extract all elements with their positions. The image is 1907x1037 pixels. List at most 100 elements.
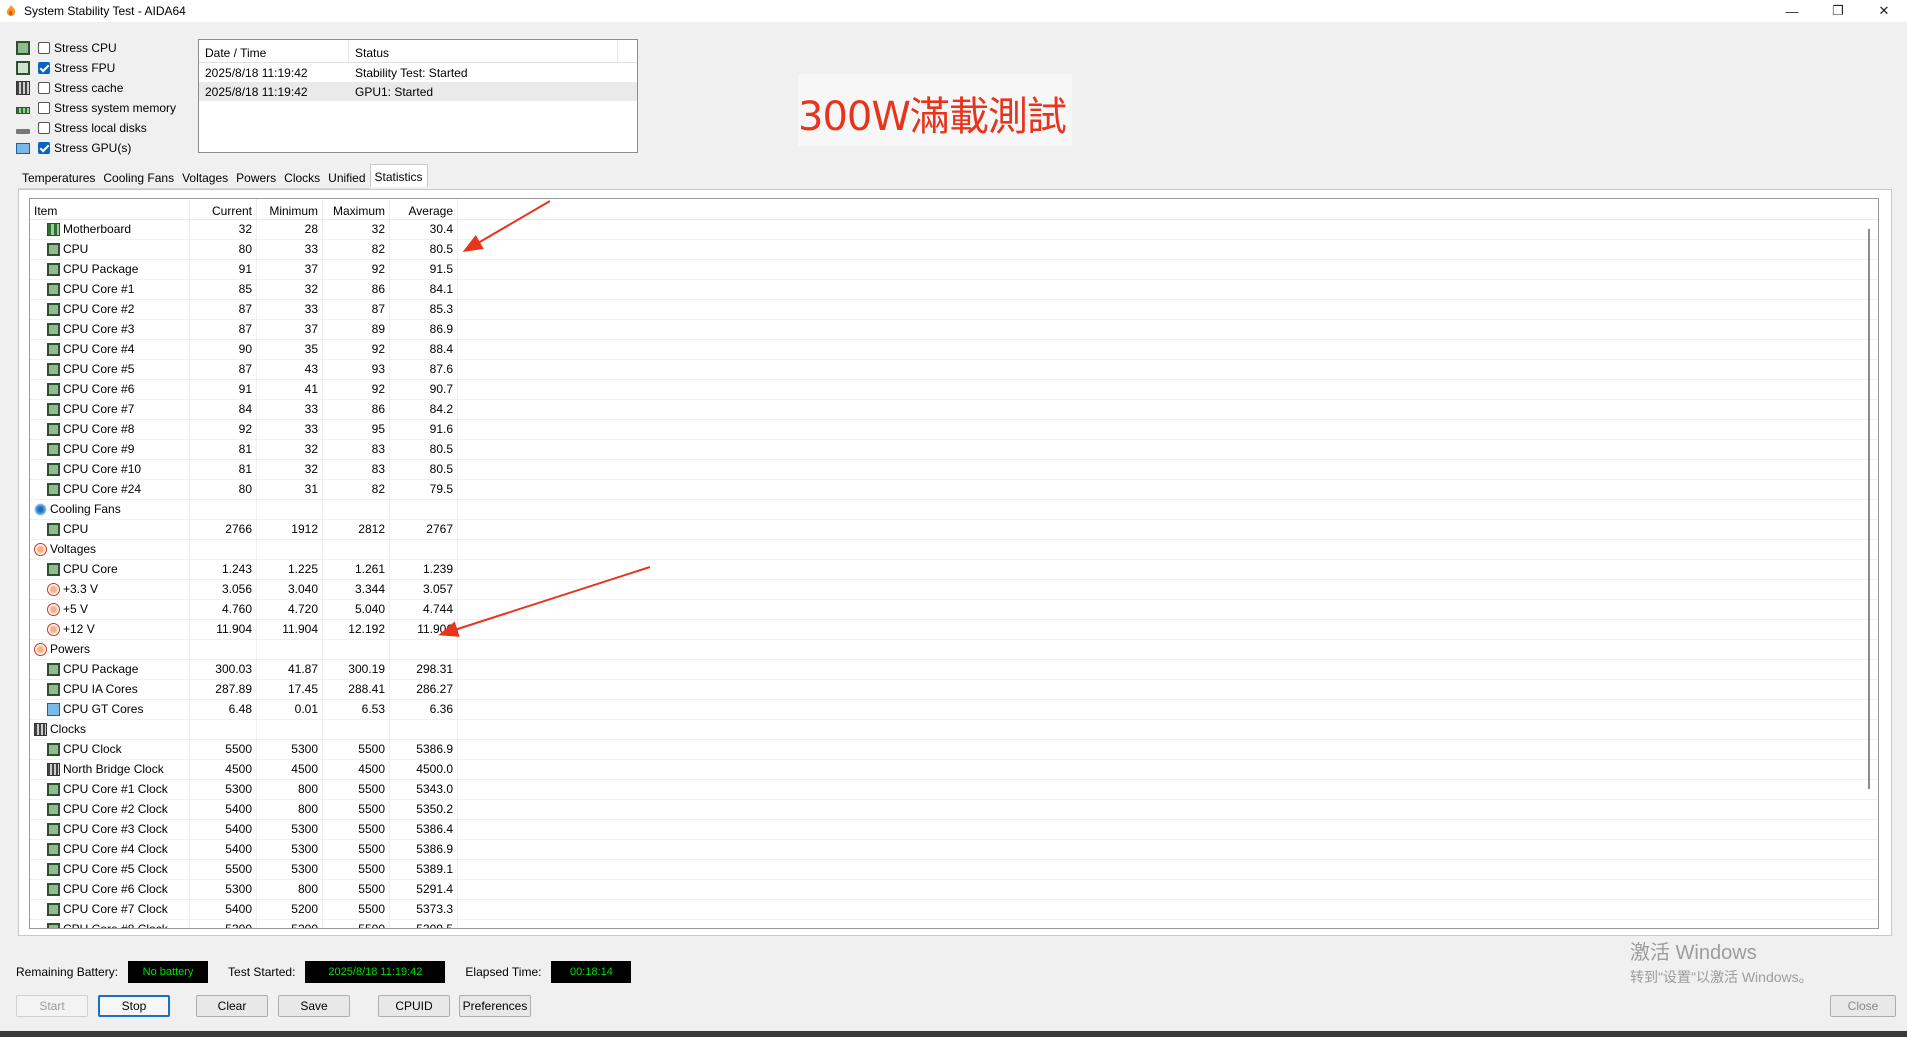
stress-fpu-option[interactable]: Stress FPU xyxy=(16,58,176,78)
tab-voltages[interactable]: Voltages xyxy=(178,167,233,189)
table-row[interactable]: Cooling Fans xyxy=(30,500,1878,520)
table-row[interactable]: North Bridge Clock 4500 4500 4500 4500.0 xyxy=(30,760,1878,780)
table-row[interactable]: CPU Core #5 Clock 5500 5300 5500 5389.1 xyxy=(30,860,1878,880)
tab-statistics[interactable]: Statistics xyxy=(369,164,428,187)
current-column-header[interactable]: Current xyxy=(190,199,257,219)
table-row[interactable]: CPU Core #4 Clock 5400 5300 5500 5386.9 xyxy=(30,840,1878,860)
log-status-header[interactable]: Status xyxy=(349,40,618,62)
table-row[interactable]: CPU Core #4 90 35 92 88.4 xyxy=(30,340,1878,360)
row-label: CPU IA Cores xyxy=(63,682,138,696)
disk-icon xyxy=(16,128,30,134)
table-row[interactable]: CPU Core #8 92 33 95 91.6 xyxy=(30,420,1878,440)
tab-clocks[interactable]: Clocks xyxy=(280,167,325,189)
table-row[interactable]: CPU Core #2 87 33 87 85.3 xyxy=(30,300,1878,320)
table-row[interactable]: CPU Core #3 Clock 5400 5300 5500 5386.4 xyxy=(30,820,1878,840)
maximum-value: 5500 xyxy=(323,840,390,859)
log-row[interactable]: 2025/8/18 11:19:42 GPU1: Started xyxy=(199,82,637,101)
table-row[interactable]: CPU Core #7 Clock 5400 5200 5500 5373.3 xyxy=(30,900,1878,920)
minimize-button[interactable]: — xyxy=(1769,0,1815,22)
table-row[interactable]: CPU Core #5 87 43 93 87.6 xyxy=(30,360,1878,380)
row-item-cell: CPU Core #8 xyxy=(30,420,190,439)
row-label: Motherboard xyxy=(63,222,132,236)
log-row[interactable]: 2025/8/18 11:19:42 Stability Test: Start… xyxy=(199,63,637,82)
maximum-column-header[interactable]: Maximum xyxy=(323,199,390,219)
maximum-value: 3.344 xyxy=(323,580,390,599)
table-row[interactable]: CPU Core #10 81 32 83 80.5 xyxy=(30,460,1878,480)
table-row[interactable]: +5 V 4.760 4.720 5.040 4.744 xyxy=(30,600,1878,620)
table-row[interactable]: CPU 2766 1912 2812 2767 xyxy=(30,520,1878,540)
stress-gpu-checkbox[interactable] xyxy=(38,142,50,154)
save-button[interactable]: Save xyxy=(278,995,350,1017)
stress-cache-option[interactable]: Stress cache xyxy=(16,78,176,98)
stress-gpu-option[interactable]: Stress GPU(s) xyxy=(16,138,176,158)
stress-fpu-checkbox[interactable] xyxy=(38,62,50,74)
cpuid-button[interactable]: CPUID xyxy=(378,995,450,1017)
table-row[interactable]: CPU Core #24 80 31 82 79.5 xyxy=(30,480,1878,500)
current-value: 85 xyxy=(190,280,257,299)
log-date-header[interactable]: Date / Time xyxy=(199,40,349,62)
stress-memory-checkbox[interactable] xyxy=(38,102,50,114)
table-row[interactable]: CPU Core #8 Clock 5300 5200 5500 5309.5 xyxy=(30,920,1878,928)
tab-cooling-fans[interactable]: Cooling Fans xyxy=(99,167,179,189)
tab-temperatures[interactable]: Temperatures xyxy=(18,167,100,189)
row-label: CPU Core #1 Clock xyxy=(63,782,168,796)
row-label: CPU Core #6 Clock xyxy=(63,882,168,896)
stress-disks-checkbox[interactable] xyxy=(38,122,50,134)
table-row[interactable]: CPU GT Cores 6.48 0.01 6.53 6.36 xyxy=(30,700,1878,720)
average-value: 3.057 xyxy=(390,580,458,599)
row-item-cell: CPU xyxy=(30,520,190,539)
row-label: CPU Core #1 xyxy=(63,282,135,296)
table-row[interactable]: CPU Core #6 91 41 92 90.7 xyxy=(30,380,1878,400)
table-row[interactable]: CPU Clock 5500 5300 5500 5386.9 xyxy=(30,740,1878,760)
table-row[interactable]: Motherboard 32 28 32 30.4 xyxy=(30,220,1878,240)
close-button[interactable]: Close xyxy=(1830,995,1896,1017)
tab-unified[interactable]: Unified xyxy=(324,167,370,189)
table-row[interactable]: CPU Core #7 84 33 86 84.2 xyxy=(30,400,1878,420)
preferences-button[interactable]: Preferences xyxy=(459,995,531,1017)
row-label: CPU Core #8 xyxy=(63,422,135,436)
minimum-value: 5200 xyxy=(257,900,323,919)
row-label: CPU xyxy=(63,522,89,536)
table-row[interactable]: CPU Core #9 81 32 83 80.5 xyxy=(30,440,1878,460)
table-row[interactable]: CPU 80 33 82 80.5 xyxy=(30,240,1878,260)
table-row[interactable]: CPU Core #6 Clock 5300 800 5500 5291.4 xyxy=(30,880,1878,900)
chip-icon xyxy=(47,403,60,416)
clear-button[interactable]: Clear xyxy=(196,995,268,1017)
average-column-header[interactable]: Average xyxy=(390,199,458,219)
table-row[interactable]: CPU Core 1.243 1.225 1.261 1.239 xyxy=(30,560,1878,580)
event-log[interactable]: Date / Time Status 2025/8/18 11:19:42 St… xyxy=(198,39,638,153)
row-item-cell: Powers xyxy=(30,640,190,659)
stop-button[interactable]: Stop xyxy=(98,995,170,1017)
tab-powers[interactable]: Powers xyxy=(232,167,281,189)
table-row[interactable]: CPU Core #1 Clock 5300 800 5500 5343.0 xyxy=(30,780,1878,800)
table-row[interactable]: CPU Package 300.03 41.87 300.19 298.31 xyxy=(30,660,1878,680)
average-value: 6.36 xyxy=(390,700,458,719)
stress-disks-option[interactable]: Stress local disks xyxy=(16,118,176,138)
stress-memory-option[interactable]: Stress system memory xyxy=(16,98,176,118)
table-row[interactable]: CPU Core #3 87 37 89 86.9 xyxy=(30,320,1878,340)
row-label: CPU Package xyxy=(63,662,139,676)
start-button[interactable]: Start xyxy=(16,995,88,1017)
table-row[interactable]: Powers xyxy=(30,640,1878,660)
table-row[interactable]: Clocks xyxy=(30,720,1878,740)
table-row[interactable]: CPU Core #2 Clock 5400 800 5500 5350.2 xyxy=(30,800,1878,820)
statistics-table[interactable]: Item Current Minimum Maximum Average Mot… xyxy=(29,198,1879,929)
table-row[interactable]: CPU IA Cores 287.89 17.45 288.41 286.27 xyxy=(30,680,1878,700)
close-window-button[interactable]: ✕ xyxy=(1861,0,1907,22)
maximize-button[interactable]: ❐ xyxy=(1815,0,1861,22)
vertical-scrollbar[interactable] xyxy=(1868,229,1870,789)
minimum-value: 41 xyxy=(257,380,323,399)
stress-cpu-option[interactable]: Stress CPU xyxy=(16,38,176,58)
item-column-header[interactable]: Item xyxy=(30,199,190,219)
table-row[interactable]: Voltages xyxy=(30,540,1878,560)
stress-cache-checkbox[interactable] xyxy=(38,82,50,94)
row-label: CPU GT Cores xyxy=(63,702,144,716)
table-row[interactable]: CPU Core #1 85 32 86 84.1 xyxy=(30,280,1878,300)
table-row[interactable]: +12 V 11.904 11.904 12.192 11.906 xyxy=(30,620,1878,640)
table-row[interactable]: +3.3 V 3.056 3.040 3.344 3.057 xyxy=(30,580,1878,600)
minimum-value: 33 xyxy=(257,300,323,319)
chip-icon xyxy=(47,783,60,796)
minimum-column-header[interactable]: Minimum xyxy=(257,199,323,219)
stress-cpu-checkbox[interactable] xyxy=(38,42,50,54)
table-row[interactable]: CPU Package 91 37 92 91.5 xyxy=(30,260,1878,280)
